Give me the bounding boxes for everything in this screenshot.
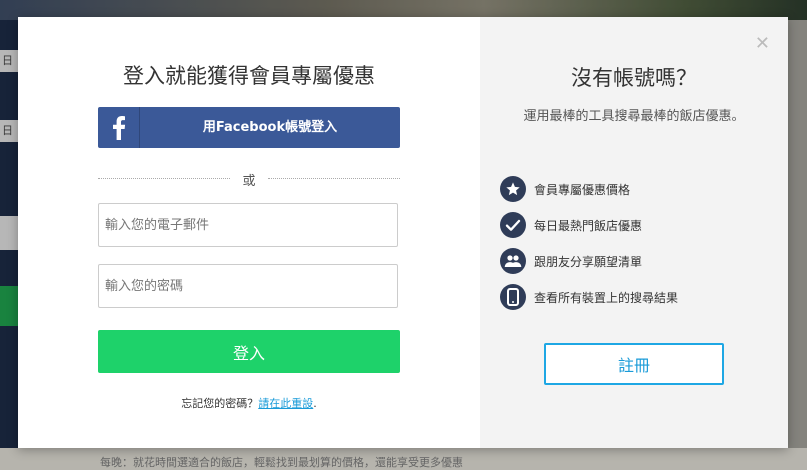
or-text: 或 <box>242 174 256 189</box>
benefits-list: 會員專屬優惠價格 每日最熱門飯店優惠 跟朋友分享願望清單 查看所有裝置上的搜尋結… <box>500 171 678 315</box>
email-field[interactable] <box>98 203 398 247</box>
forgot-password-text: 忘記您的密碼？ <box>181 397 259 410</box>
login-modal: 登入就能獲得會員專屬優惠 用Facebook帳號登入 或 登入 忘記您的密碼？請… <box>18 17 788 448</box>
people-icon <box>500 248 526 274</box>
register-button[interactable]: 註冊 <box>544 343 724 385</box>
reset-password-link[interactable]: 請在此重設 <box>258 397 313 410</box>
facebook-login-button[interactable]: 用Facebook帳號登入 <box>98 107 400 148</box>
facebook-icon <box>98 107 140 148</box>
list-item: 每日最熱門飯店優惠 <box>500 207 678 243</box>
signup-panel: ✕ 沒有帳號嗎？ 運用最棒的工具搜尋最棒的飯店優惠。 會員專屬優惠價格 每日最熱… <box>480 17 788 448</box>
close-icon[interactable]: ✕ <box>755 35 770 53</box>
divider-line <box>268 178 400 179</box>
login-panel: 登入就能獲得會員專屬優惠 用Facebook帳號登入 或 登入 忘記您的密碼？請… <box>18 17 480 448</box>
login-title: 登入就能獲得會員專屬優惠 <box>123 64 375 88</box>
facebook-login-label: 用Facebook帳號登入 <box>202 120 338 135</box>
signup-subtitle: 運用最棒的工具搜尋最棒的飯店優惠。 <box>523 109 745 124</box>
benefit-label: 跟朋友分享願望清單 <box>534 254 643 269</box>
list-item: 跟朋友分享願望清單 <box>500 243 678 279</box>
forgot-password-row: 忘記您的密碼？請在此重設. <box>18 395 480 411</box>
check-icon <box>500 212 526 238</box>
star-icon <box>500 176 526 202</box>
mobile-icon <box>500 284 526 310</box>
forgot-period: . <box>313 397 317 410</box>
password-field[interactable] <box>98 264 398 308</box>
benefit-label: 查看所有裝置上的搜尋結果 <box>534 290 679 305</box>
login-button[interactable]: 登入 <box>98 330 400 373</box>
signup-title: 沒有帳號嗎？ <box>571 66 697 90</box>
benefit-label: 會員專屬優惠價格 <box>534 182 631 197</box>
or-divider: 或 <box>98 169 400 189</box>
list-item: 查看所有裝置上的搜尋結果 <box>500 279 678 315</box>
benefit-label: 每日最熱門飯店優惠 <box>534 218 643 233</box>
list-item: 會員專屬優惠價格 <box>500 171 678 207</box>
